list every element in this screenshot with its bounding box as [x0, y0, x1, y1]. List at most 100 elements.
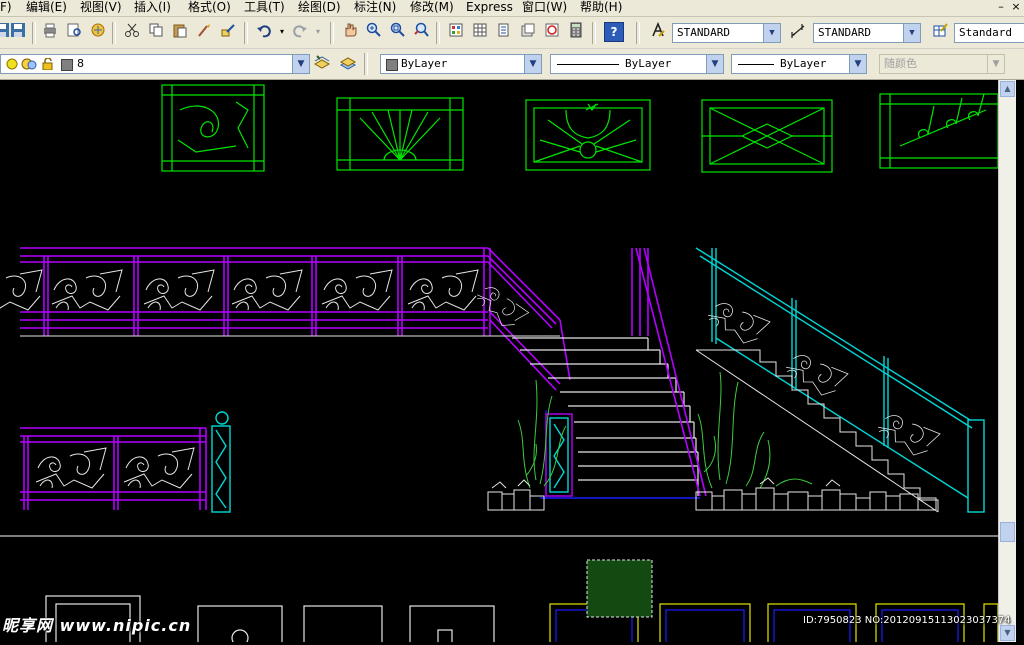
block-editor-icon[interactable] [218, 22, 238, 42]
drawing-canvas[interactable] [0, 80, 999, 645]
dimension-style-select[interactable]: STANDARD ▼ [813, 23, 921, 43]
layer-color-swatch [61, 59, 73, 71]
calculator-icon[interactable] [566, 22, 586, 42]
scroll-up-button[interactable]: ▲ [1000, 81, 1015, 97]
redo-icon[interactable] [290, 22, 310, 42]
pan-icon[interactable] [340, 22, 360, 42]
layer-unlock-icon[interactable] [41, 57, 55, 73]
sheet-set-icon[interactable] [518, 22, 538, 42]
chevron-down-icon[interactable]: ▾ [312, 22, 324, 42]
zoom-realtime-icon[interactable] [364, 22, 384, 42]
color-swatch [386, 59, 398, 71]
linetype-control-select[interactable]: ByLayer ▼ [550, 54, 724, 74]
plot-preview-icon[interactable] [64, 22, 84, 42]
menu-dimension[interactable]: 标注(N) [354, 0, 396, 15]
zoom-window-icon[interactable] [388, 22, 408, 42]
menu-edit[interactable]: 编辑(E) [26, 0, 67, 15]
text-style-select[interactable]: STANDARD ▼ [672, 23, 781, 43]
railing-panel-1[interactable] [161, 84, 265, 172]
railing-panel-3[interactable] [525, 99, 651, 171]
copy-icon[interactable] [146, 22, 166, 42]
rocks-right [695, 477, 937, 511]
selected-object[interactable] [586, 559, 653, 618]
color-value: ByLayer [401, 57, 448, 70]
magenta-stair-string[interactable] [631, 247, 707, 497]
menu-file[interactable]: F) [0, 0, 12, 15]
chevron-down-icon[interactable]: ▾ [276, 22, 288, 42]
toolbar-separator [330, 22, 334, 44]
dimension-style-value: STANDARD [818, 26, 871, 39]
railing-panel-2[interactable] [336, 97, 464, 171]
plot-style-select: 随颜色 ▼ [879, 54, 1005, 74]
toolbar-separator [244, 22, 248, 44]
watermark-logo: 昵享网 www.nipic.cn [2, 616, 192, 635]
toolbar-separator [636, 22, 640, 44]
chevron-down-icon[interactable]: ▼ [903, 24, 920, 42]
magenta-railing[interactable] [0, 247, 571, 391]
toolbar-separator [32, 22, 36, 44]
help-icon[interactable]: ? [604, 22, 624, 42]
chevron-down-icon: ▼ [987, 55, 1004, 73]
window-minimize-button[interactable]: – [994, 1, 1008, 13]
cut-icon[interactable] [122, 22, 142, 42]
watermark-id: ID:7950823 NO:20120915113023037374 [803, 615, 1011, 626]
table-style-icon[interactable] [930, 22, 950, 42]
lower-magenta-railing[interactable] [20, 411, 231, 513]
undo-icon[interactable] [254, 22, 274, 42]
plot-style-value: 随颜色 [884, 57, 917, 70]
chevron-down-icon[interactable]: ▼ [292, 55, 309, 73]
menu-window[interactable]: 窗口(W) [522, 0, 567, 15]
markup-icon[interactable] [542, 22, 562, 42]
text-style-icon[interactable] [648, 21, 668, 42]
layer-freeze-icon[interactable] [21, 58, 37, 73]
drawing-area[interactable] [0, 80, 999, 645]
toolbar-separator [112, 22, 116, 44]
newel-post[interactable] [545, 413, 573, 497]
table-style-select[interactable]: Standard [954, 23, 1024, 43]
railing-panel-5[interactable] [879, 93, 999, 169]
chevron-down-icon[interactable]: ▼ [524, 55, 541, 73]
layer-previous-icon[interactable] [338, 54, 358, 74]
toolbar-separator [364, 53, 368, 75]
text-style-value: STANDARD [677, 26, 730, 39]
make-object-layer-current-icon[interactable] [312, 54, 332, 74]
design-center-icon[interactable] [470, 22, 490, 42]
lower-newel-post[interactable] [211, 411, 231, 513]
right-staircase[interactable] [695, 247, 985, 513]
match-properties-icon[interactable] [194, 22, 214, 42]
chevron-down-icon[interactable]: ▼ [706, 55, 723, 73]
chevron-down-icon[interactable]: ▼ [763, 24, 780, 42]
menu-modify[interactable]: 修改(M) [410, 0, 454, 15]
properties-icon[interactable] [446, 22, 466, 42]
plot-icon[interactable] [40, 22, 60, 42]
rocks-left [487, 479, 545, 511]
save-icon[interactable] [8, 22, 28, 42]
layer-on-icon[interactable] [5, 58, 19, 73]
properties-toolbar: 8 ▼ ByLayer ▼ ByLayer ▼ ByLayer ▼ 随颜色 ▼ [0, 49, 1024, 80]
scroll-down-button[interactable]: ▼ [1000, 625, 1015, 641]
menu-express[interactable]: Express [466, 0, 513, 15]
window-close-button[interactable]: × [1009, 1, 1023, 13]
menu-view[interactable]: 视图(V) [80, 0, 122, 15]
vertical-scrollbar[interactable]: ▲ ▼ [998, 80, 1016, 642]
lineweight-control-select[interactable]: ByLayer ▼ [731, 54, 867, 74]
paste-icon[interactable] [170, 22, 190, 42]
layer-name: 8 [77, 57, 84, 70]
plants-left [517, 379, 567, 489]
dimension-style-icon[interactable] [788, 22, 808, 42]
color-control-select[interactable]: ByLayer ▼ [380, 54, 542, 74]
tool-palettes-icon[interactable] [494, 22, 514, 42]
menu-format[interactable]: 格式(O) [188, 0, 231, 15]
menu-insert[interactable]: 插入(I) [134, 0, 171, 15]
layer-select[interactable]: 8 ▼ [0, 54, 310, 74]
menu-draw[interactable]: 绘图(D) [298, 0, 341, 15]
chevron-down-icon[interactable]: ▼ [849, 55, 866, 73]
zoom-previous-icon[interactable] [412, 22, 432, 42]
scroll-thumb[interactable] [1000, 522, 1015, 542]
lineweight-value: ByLayer [780, 57, 827, 70]
menu-help[interactable]: 帮助(H) [580, 0, 622, 15]
publish-icon[interactable] [88, 22, 108, 42]
menu-tools[interactable]: 工具(T) [244, 0, 285, 15]
railing-panel-4[interactable] [701, 99, 833, 173]
central-staircase[interactable] [512, 337, 699, 496]
